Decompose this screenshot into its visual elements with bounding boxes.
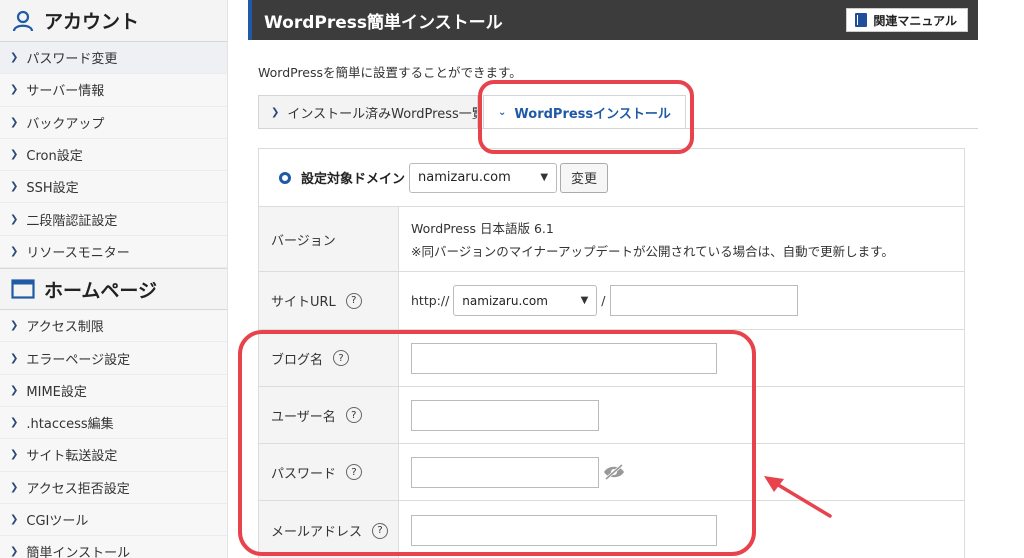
sidebar-section-account: アカウント xyxy=(0,0,227,42)
sidebar-item-account-3[interactable]: ❯ Cron設定 xyxy=(0,138,227,172)
site-url-path-input[interactable] xyxy=(609,285,798,316)
sidebar-item-label: .htaccess編集 xyxy=(26,417,114,433)
related-manual-button[interactable]: 関連マニュアル xyxy=(846,8,968,32)
sidebar-item-account-2[interactable]: ❯ バックアップ xyxy=(0,106,227,139)
version-note: ※同バージョンのマイナーアップデートが公開されている場合は、自動で更新します。 xyxy=(411,244,894,259)
sidebar: アカウント ❯ パスワード変更 ❯ サーバー情報 ❯ バックアップ ❯ Cron設定 ❯ SSH設… xyxy=(0,0,228,558)
chevron-right-icon: ❯ xyxy=(10,116,19,128)
chevron-right-icon: ❯ xyxy=(10,181,19,193)
chevron-right-icon: ❯ xyxy=(10,546,19,558)
chevron-down-icon: ▼ xyxy=(580,295,589,306)
tab-installed-list[interactable]: ❯ インストール済みWordPress一覧 xyxy=(258,95,478,129)
chevron-right-icon: ❯ xyxy=(10,245,19,257)
sidebar-item-label: エラーページ設定 xyxy=(26,352,131,368)
domain-label: 設定対象ドメイン xyxy=(301,172,406,187)
site-url-label: サイトURL xyxy=(271,295,336,310)
sidebar-item-label: リソースモニター xyxy=(26,245,130,261)
sidebar-item-homepage-0[interactable]: ❯ アクセス制限 xyxy=(0,310,227,343)
tab-label: インストール済みWordPress一覧 xyxy=(287,106,478,122)
chevron-down-icon: ▼ xyxy=(540,172,549,183)
sidebar-item-account-5[interactable]: ❯ 二段階認証設定 xyxy=(0,203,227,236)
help-icon[interactable]: ? xyxy=(345,292,362,309)
chevron-right-icon: ❯ xyxy=(10,213,19,225)
page-title: WordPress簡単インストール xyxy=(264,12,503,33)
sidebar-item-label: Cron設定 xyxy=(26,149,83,165)
ring-icon xyxy=(279,171,291,184)
sidebar-section-title: ホームページ xyxy=(44,279,158,302)
sidebar-item-label: CGIツール xyxy=(26,514,89,529)
sidebar-item-label: MIME設定 xyxy=(26,384,87,400)
sidebar-item-label: バックアップ xyxy=(26,116,105,132)
chevron-right-icon: ❯ xyxy=(10,481,19,493)
sidebar-item-label: 簡単インストール xyxy=(26,546,131,558)
sidebar-item-homepage-7[interactable]: ❯ 簡単インストール xyxy=(0,536,227,558)
page-header: WordPress簡単インストール 関連マニュアル xyxy=(248,0,978,40)
domain-select[interactable]: namizaru.com ▼ xyxy=(409,162,558,193)
sidebar-item-account-1[interactable]: ❯ サーバー情報 xyxy=(0,74,227,107)
highlight-box-tab xyxy=(478,80,694,154)
page-description: WordPressを簡単に設置することができます。 xyxy=(258,65,522,80)
url-slash: / xyxy=(601,293,606,308)
highlight-box-fields xyxy=(238,330,756,556)
sidebar-item-account-4[interactable]: ❯ SSH設定 xyxy=(0,171,227,204)
sidebar-item-label: サイト転送設定 xyxy=(26,449,118,465)
chevron-right-icon: ❯ xyxy=(10,449,19,461)
sidebar-section-homepage: ホームページ xyxy=(0,268,227,311)
annotation-arrow xyxy=(764,476,832,518)
site-url-domain-value: namizaru.com xyxy=(462,293,548,308)
chevron-right-icon: ❯ xyxy=(271,106,280,118)
user-icon xyxy=(10,8,36,34)
version-value: WordPress 日本語版 6.1 xyxy=(411,221,554,236)
sidebar-item-label: SSH設定 xyxy=(26,181,79,197)
sidebar-item-homepage-5[interactable]: ❯ アクセス拒否設定 xyxy=(0,471,227,504)
sidebar-item-label: サーバー情報 xyxy=(26,84,105,100)
domain-select-value: namizaru.com xyxy=(418,170,511,185)
domain-selector-row: 設定対象ドメイン namizaru.com ▼ 変更 xyxy=(259,149,964,207)
version-row: バージョン WordPress 日本語版 6.1 ※同バージョンのマイナーアップ… xyxy=(259,207,964,272)
chevron-right-icon: ❯ xyxy=(10,417,19,429)
chevron-right-icon: ❯ xyxy=(10,384,19,396)
sidebar-item-label: 二段階認証設定 xyxy=(26,213,118,229)
book-icon xyxy=(855,13,868,27)
related-manual-label: 関連マニュアル xyxy=(873,13,957,28)
chevron-right-icon: ❯ xyxy=(10,52,19,64)
url-scheme: http:// xyxy=(411,293,450,308)
sidebar-item-label: アクセス拒否設定 xyxy=(26,481,130,497)
version-label: バージョン xyxy=(259,207,399,271)
chevron-right-icon: ❯ xyxy=(10,320,19,332)
sidebar-item-label: アクセス制限 xyxy=(26,320,104,336)
sidebar-item-homepage-4[interactable]: ❯ サイト転送設定 xyxy=(0,439,227,472)
sidebar-item-homepage-2[interactable]: ❯ MIME設定 xyxy=(0,374,227,407)
sidebar-item-account-0[interactable]: ❯ パスワード変更 xyxy=(0,42,227,75)
site-url-label-cell: サイトURL ? xyxy=(259,272,399,329)
sidebar-item-homepage-3[interactable]: ❯ .htaccess編集 xyxy=(0,406,227,440)
change-domain-label: 変更 xyxy=(571,172,598,187)
sidebar-item-homepage-6[interactable]: ❯ CGIツール xyxy=(0,503,227,537)
chevron-right-icon: ❯ xyxy=(10,84,19,96)
sidebar-item-account-6[interactable]: ❯ リソースモニター xyxy=(0,235,227,269)
chevron-right-icon: ❯ xyxy=(10,352,19,364)
site-url-row: サイトURL ? http:// namizaru.com ▼ / xyxy=(259,272,964,330)
window-icon xyxy=(10,276,36,302)
sidebar-section-title: アカウント xyxy=(44,11,140,33)
sidebar-item-homepage-1[interactable]: ❯ エラーページ設定 xyxy=(0,342,227,375)
site-url-domain-select[interactable]: namizaru.com ▼ xyxy=(453,285,598,316)
sidebar-item-label: パスワード変更 xyxy=(26,52,118,68)
chevron-right-icon: ❯ xyxy=(10,514,19,525)
change-domain-button[interactable]: 変更 xyxy=(560,162,609,193)
chevron-right-icon: ❯ xyxy=(10,149,19,161)
